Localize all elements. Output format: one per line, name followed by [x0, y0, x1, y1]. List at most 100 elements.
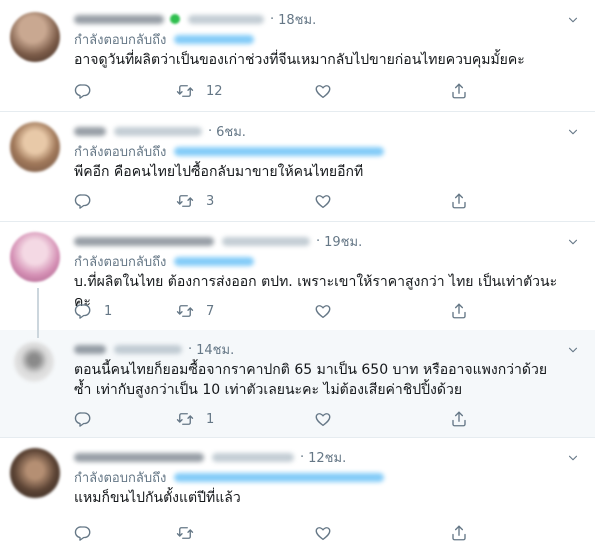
- retweet-count: 3: [206, 193, 215, 209]
- chevron-down-icon[interactable]: [567, 236, 579, 248]
- retweet-button[interactable]: 7: [176, 302, 314, 320]
- user-handle-redacted[interactable]: [114, 126, 202, 136]
- share-button[interactable]: [450, 410, 468, 428]
- retweet-button[interactable]: 1: [176, 410, 314, 428]
- tweet[interactable]: · 18ชม. กำลังตอบกลับถึง อาจดูวันที่ผลิตว…: [0, 0, 595, 112]
- tweet-text: อาจดูวันที่ผลิตว่าเป็นของเก่าช่วงที่จีนเ…: [74, 52, 525, 68]
- timestamp[interactable]: 14ชม.: [196, 339, 234, 360]
- chevron-down-icon[interactable]: [567, 452, 579, 464]
- tweet-actions: 1 7: [74, 302, 468, 320]
- like-icon: [314, 302, 332, 320]
- replying-to: กำลังตอบกลับถึง: [74, 468, 559, 486]
- chevron-down-icon[interactable]: [567, 344, 579, 356]
- replying-to: กำลังตอบกลับถึง: [74, 30, 559, 48]
- reply-button[interactable]: [74, 410, 176, 428]
- retweet-count: 7: [206, 303, 215, 319]
- like-button[interactable]: [314, 192, 450, 210]
- badge-icon: [170, 14, 180, 24]
- replying-to-label: กำลังตอบกลับถึง: [74, 470, 167, 486]
- reply-icon: [74, 82, 92, 100]
- replying-to: กำลังตอบกลับถึง: [74, 252, 559, 270]
- reply-button[interactable]: 1: [74, 302, 176, 320]
- replying-to-handle-redacted[interactable]: [174, 146, 385, 156]
- share-icon: [450, 410, 468, 428]
- share-icon: [450, 302, 468, 320]
- share-icon: [450, 82, 468, 100]
- tweet-actions: 12: [74, 82, 468, 100]
- like-button[interactable]: [314, 524, 450, 542]
- display-name-redacted[interactable]: [74, 344, 106, 354]
- timestamp[interactable]: 12ชม.: [308, 447, 346, 468]
- like-button[interactable]: [314, 82, 450, 100]
- share-button[interactable]: [450, 192, 468, 210]
- display-name-redacted[interactable]: [74, 126, 106, 136]
- timestamp[interactable]: 18ชม.: [278, 9, 316, 30]
- tweet-header: · 18ชม.: [74, 10, 559, 28]
- retweet-icon: [176, 524, 194, 542]
- reply-button[interactable]: [74, 192, 176, 210]
- like-icon: [314, 82, 332, 100]
- like-button[interactable]: [314, 302, 450, 320]
- display-name-redacted[interactable]: [74, 452, 204, 462]
- avatar[interactable]: [10, 12, 60, 62]
- share-button[interactable]: [450, 524, 468, 542]
- replying-to-handle-redacted[interactable]: [174, 472, 385, 482]
- reply-icon: [74, 192, 92, 210]
- tweet-text: แหมก็ขนไปกันตั้งแต่ปีที่แล้ว: [74, 490, 241, 506]
- retweet-icon: [176, 410, 194, 428]
- avatar[interactable]: [10, 448, 60, 498]
- share-icon: [450, 524, 468, 542]
- share-button[interactable]: [450, 82, 468, 100]
- chevron-down-icon[interactable]: [567, 126, 579, 138]
- tweet-header: · 12ชม.: [74, 448, 559, 466]
- share-button[interactable]: [450, 302, 468, 320]
- retweet-button[interactable]: 12: [176, 82, 314, 100]
- retweet-icon: [176, 82, 194, 100]
- avatar[interactable]: [10, 232, 60, 282]
- like-icon: [314, 524, 332, 542]
- retweet-button[interactable]: [176, 524, 314, 542]
- retweet-icon: [176, 302, 194, 320]
- chevron-down-icon[interactable]: [567, 14, 579, 26]
- thread-connector: [37, 288, 39, 330]
- reply-count: 1: [104, 303, 113, 319]
- tweet-header: · 14ชม.: [74, 340, 559, 358]
- replying-to-label: กำลังตอบกลับถึง: [74, 254, 167, 270]
- tweet-actions: [74, 524, 468, 542]
- reply-icon: [74, 302, 92, 320]
- user-handle-redacted[interactable]: [188, 14, 264, 24]
- tweet[interactable]: · 19ชม. กำลังตอบกลับถึง บ.ที่ผลิตในไทย ต…: [0, 222, 595, 330]
- tweet-text: ตอนนี้คนไทยก็ยอมซื้อจากราคาปกติ 65 มาเป็…: [74, 362, 548, 398]
- tweet[interactable]: · 6ชม. กำลังตอบกลับถึง พีคอีก คือคนไทยไป…: [0, 112, 595, 222]
- reply-button[interactable]: [74, 524, 176, 542]
- like-button[interactable]: [314, 410, 450, 428]
- avatar[interactable]: [14, 342, 54, 382]
- replying-to-label: กำลังตอบกลับถึง: [74, 32, 167, 48]
- retweet-button[interactable]: 3: [176, 192, 314, 210]
- reply-icon: [74, 524, 92, 542]
- retweet-count: 1: [206, 411, 215, 427]
- display-name-redacted[interactable]: [74, 236, 214, 246]
- reply-icon: [74, 410, 92, 428]
- tweet-header: · 19ชม.: [74, 232, 559, 250]
- reply-feed: · 18ชม. กำลังตอบกลับถึง อาจดูวันที่ผลิตว…: [0, 0, 595, 560]
- replying-to: กำลังตอบกลับถึง: [74, 142, 559, 160]
- user-handle-redacted[interactable]: [114, 344, 182, 354]
- tweet[interactable]: · 12ชม. กำลังตอบกลับถึง แหมก็ขนไปกันตั้ง…: [0, 438, 595, 560]
- user-handle-redacted[interactable]: [212, 452, 294, 462]
- timestamp[interactable]: 19ชม.: [324, 231, 362, 252]
- user-handle-redacted[interactable]: [222, 236, 310, 246]
- like-icon: [314, 192, 332, 210]
- like-icon: [314, 410, 332, 428]
- replying-to-handle-redacted[interactable]: [174, 34, 255, 44]
- timestamp[interactable]: 6ชม.: [216, 121, 246, 142]
- share-icon: [450, 192, 468, 210]
- display-name-redacted[interactable]: [74, 14, 164, 24]
- replying-to-label: กำลังตอบกลับถึง: [74, 144, 167, 160]
- reply-button[interactable]: [74, 82, 176, 100]
- avatar[interactable]: [10, 122, 60, 172]
- tweet-highlighted[interactable]: · 14ชม. ตอนนี้คนไทยก็ยอมซื้อจากราคาปกติ …: [0, 330, 595, 438]
- tweet-header: · 6ชม.: [74, 122, 559, 140]
- retweet-icon: [176, 192, 194, 210]
- replying-to-handle-redacted[interactable]: [174, 256, 255, 266]
